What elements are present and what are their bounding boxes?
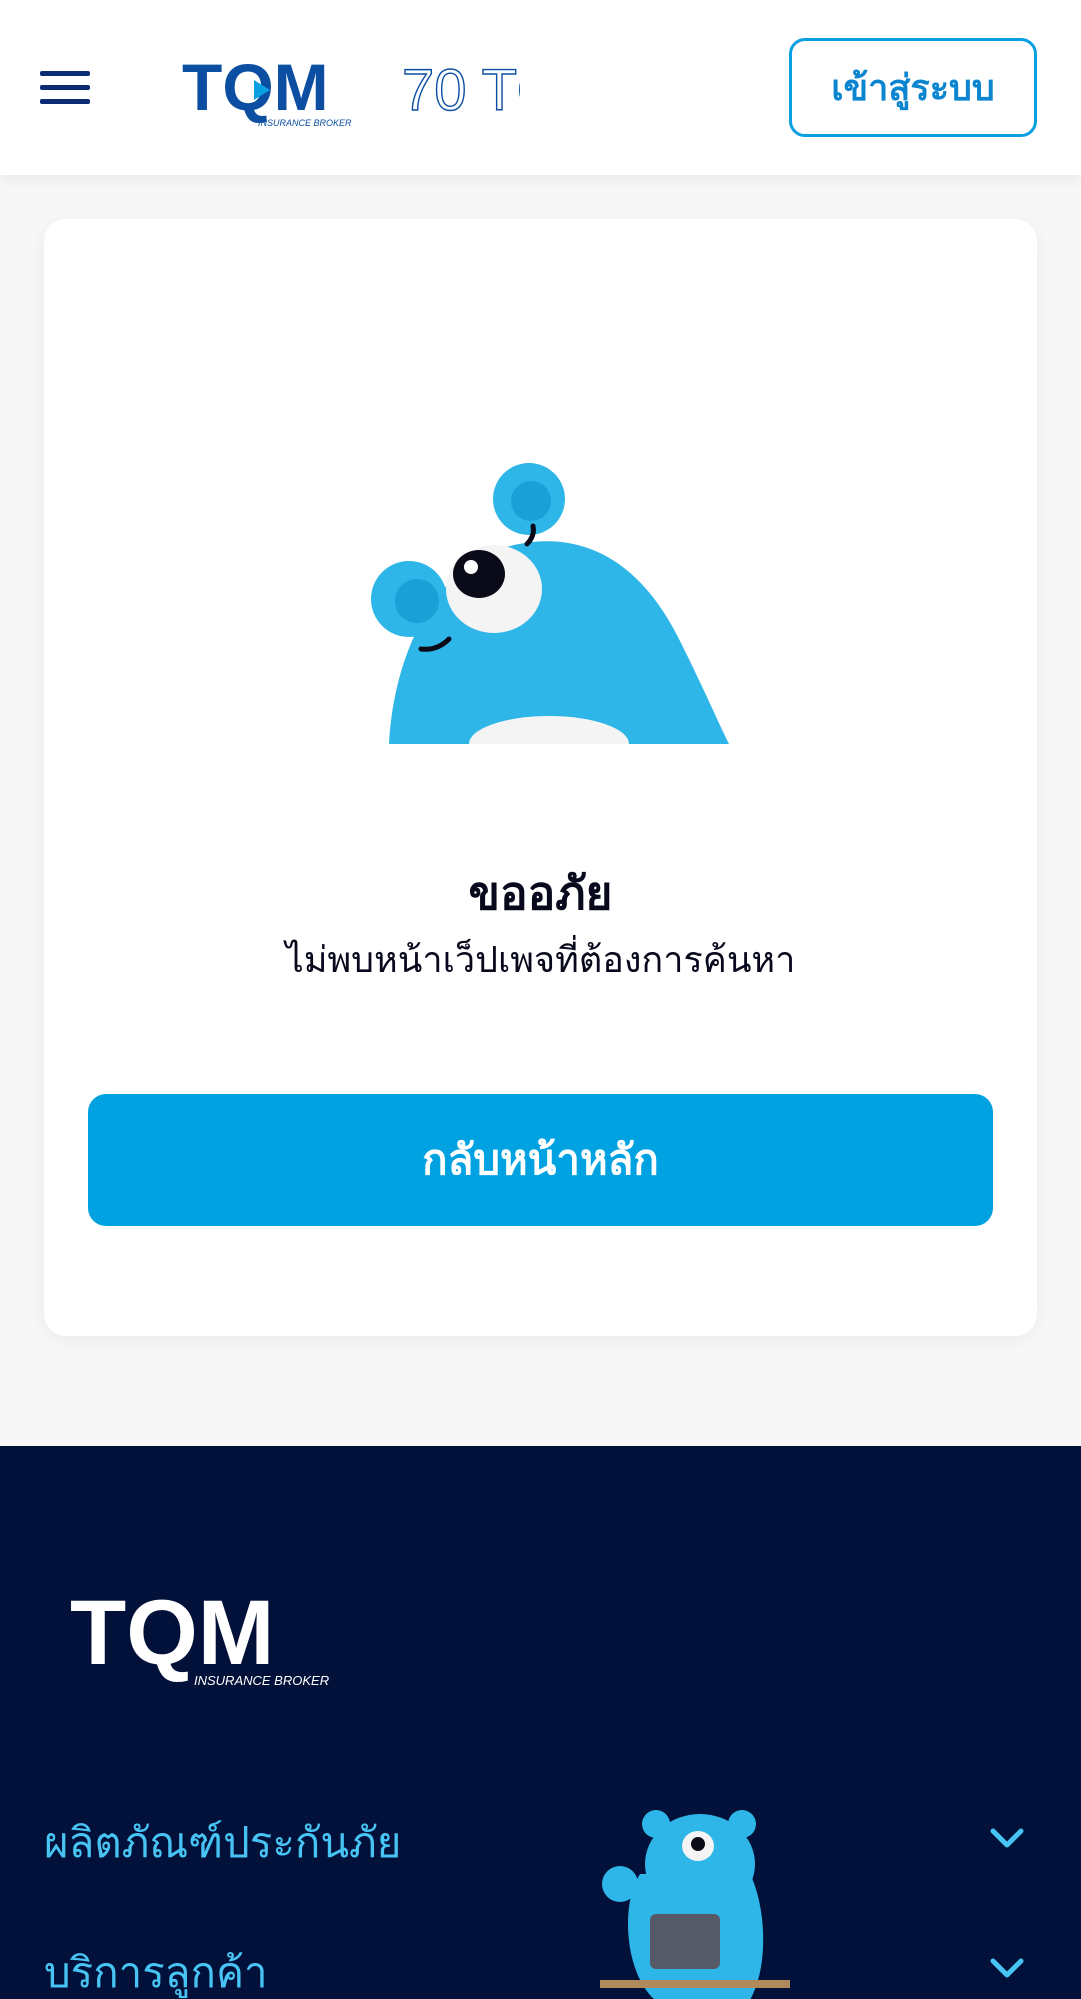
accordion-label-customer-service: บริการลูกค้า [44,1948,268,1997]
chevron-down-icon[interactable] [987,1948,1027,1988]
logo-tagline: INSURANCE BROKER [258,118,352,128]
footer-accordion-customer-service[interactable]: บริการลูกค้า [44,1934,1037,1999]
hamburger-menu-icon[interactable] [40,68,92,108]
chevron-down-icon[interactable] [987,1818,1027,1858]
not-found-card: ขออภัย ไม่พบหน้าเว็ปเพจที่ต้องการค้นหา ก… [44,219,1037,1336]
tqm-70-anniversary-logo[interactable]: TQM INSURANCE BROKER 70 TQM [180,48,520,134]
footer-tqm-logo[interactable]: TQM INSURANCE BROKER [70,1582,370,1688]
site-footer: TQM INSURANCE BROKER ผลิตภัณฑ์ประกันภัย … [0,1446,1081,1999]
page: TQM INSURANCE BROKER 70 TQM เข้าสู่ระบบ … [0,0,1081,1999]
site-header: TQM INSURANCE BROKER 70 TQM เข้าสู่ระบบ [0,0,1081,175]
footer-logo-tagline: INSURANCE BROKER [194,1673,329,1688]
accordion-label-products: ผลิตภัณฑ์ประกันภัย [44,1818,402,1867]
back-to-home-button[interactable]: กลับหน้าหลัก [88,1094,993,1226]
error-message: ไม่พบหน้าเว็ปเพจที่ต้องการค้นหา [285,940,796,981]
login-button[interactable]: เข้าสู่ระบบ [789,38,1037,137]
footer-logo-brand-text: TQM [70,1582,274,1684]
footer-accordion-products[interactable]: ผลิตภัณฑ์ประกันภัย [44,1804,1037,1874]
sleepy-bear-mascot [371,463,729,744]
anniversary-mark: 70 TQM [402,58,520,123]
error-title: ขออภัย [468,866,613,920]
